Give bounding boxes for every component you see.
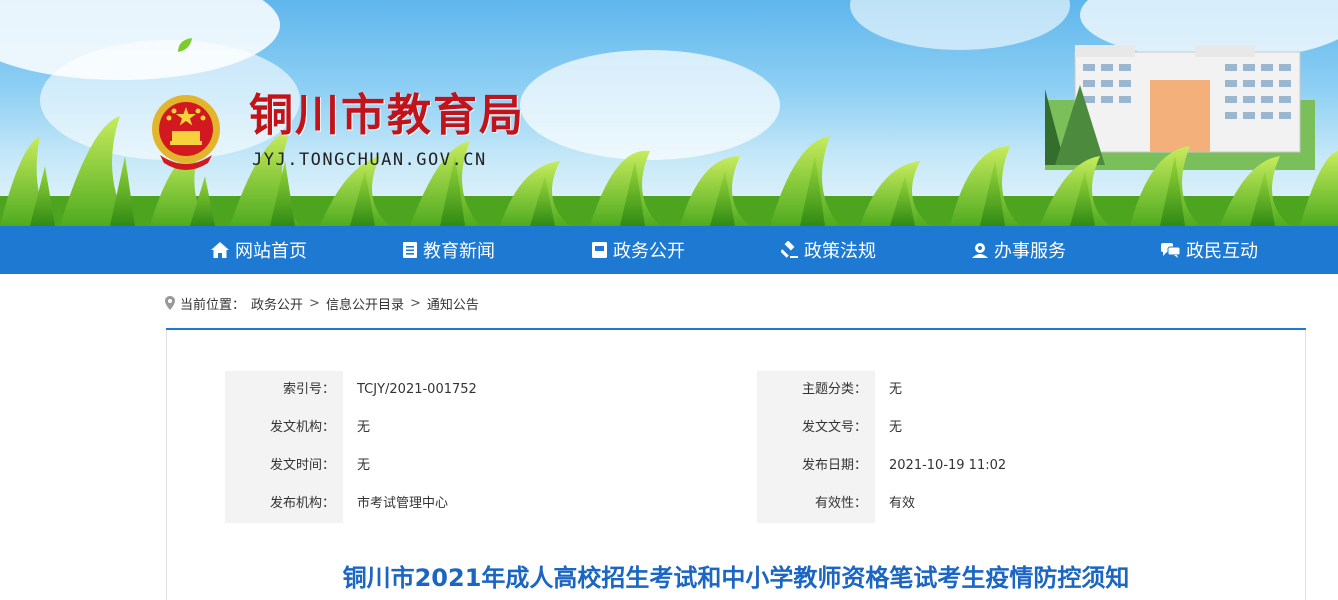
cloud-decoration	[850, 0, 1070, 50]
meta-value-doc-number: 无	[889, 420, 903, 435]
meta-label-validity: 有效性：	[757, 485, 875, 523]
article-container: 索引号： TCJY/2021-001752 发文机构： 无 发文时间： 无 发布…	[166, 330, 1306, 600]
nav-item-label: 政民互动	[1186, 241, 1258, 262]
user-service-icon	[972, 243, 988, 258]
breadcrumb-item-catalog[interactable]: 信息公开目录	[326, 294, 404, 313]
meta-label-topic: 主题分类：	[757, 371, 875, 409]
meta-label-publish-date: 发布日期：	[757, 447, 875, 485]
meta-value-topic: 无	[889, 382, 903, 397]
leaf-icon	[178, 38, 192, 52]
book-icon	[592, 242, 607, 258]
nav-item-label: 办事服务	[994, 241, 1066, 262]
meta-value-issue-time: 无	[357, 458, 371, 473]
meta-value-publish-date: 2021-10-19 11:02	[889, 458, 1007, 473]
gavel-icon	[781, 241, 798, 258]
nav-item-label: 教育新闻	[423, 241, 495, 262]
nav-item-news[interactable]: 教育新闻	[402, 226, 495, 274]
location-pin-icon	[165, 296, 175, 310]
meta-value-publisher: 市考试管理中心	[357, 496, 449, 511]
article-title: 铜川市2021年成人高校招生考试和中小学教师资格笔试考生疫情防控须知	[342, 564, 1130, 592]
chat-icon	[1161, 243, 1181, 258]
meta-value-index-no: TCJY/2021-001752	[357, 382, 477, 397]
breadcrumb-item-notices[interactable]: 通知公告	[427, 294, 479, 313]
breadcrumb-separator: >	[309, 295, 320, 311]
nav-item-label: 网站首页	[235, 241, 307, 262]
meta-value-issuing-org: 无	[357, 420, 371, 435]
nav-item-policies[interactable]: 政策法规	[781, 226, 876, 274]
nav-item-label: 政策法规	[804, 241, 876, 262]
nav-item-interaction[interactable]: 政民互动	[1160, 226, 1258, 274]
meta-label-issuing-org: 发文机构：	[225, 409, 343, 447]
news-icon	[403, 242, 417, 258]
meta-label-doc-number: 发文文号：	[757, 409, 875, 447]
site-title: 铜川市教育局	[249, 90, 525, 141]
header-banner: 铜川市教育局 JYJ.TONGCHUAN.GOV.CN	[0, 0, 1338, 226]
home-icon	[211, 242, 229, 258]
meta-value-validity: 有效	[889, 496, 916, 511]
nav-item-label: 政务公开	[613, 241, 685, 262]
breadcrumb-separator: >	[409, 295, 421, 311]
meta-label-index-no: 索引号：	[225, 371, 343, 409]
main-nav: 网站首页 教育新闻 政务公开 政策法规 办事服务 政民互动	[0, 226, 1338, 274]
meta-label-publisher: 发布机构：	[225, 485, 343, 523]
breadcrumb-prefix: 当前位置：	[180, 297, 246, 313]
site-domain: JYJ.TONGCHUAN.GOV.CN	[252, 150, 487, 170]
breadcrumb: 当前位置： 政务公开 > 信息公开目录 > 通知公告	[164, 293, 479, 313]
breadcrumb-item-gov-affairs[interactable]: 政务公开	[251, 294, 303, 313]
national-emblem-icon	[152, 95, 220, 170]
nav-item-gov-affairs[interactable]: 政务公开	[591, 226, 685, 274]
meta-label-issue-time: 发文时间：	[225, 447, 343, 485]
nav-item-home[interactable]: 网站首页	[210, 226, 307, 274]
nav-item-services[interactable]: 办事服务	[971, 226, 1066, 274]
